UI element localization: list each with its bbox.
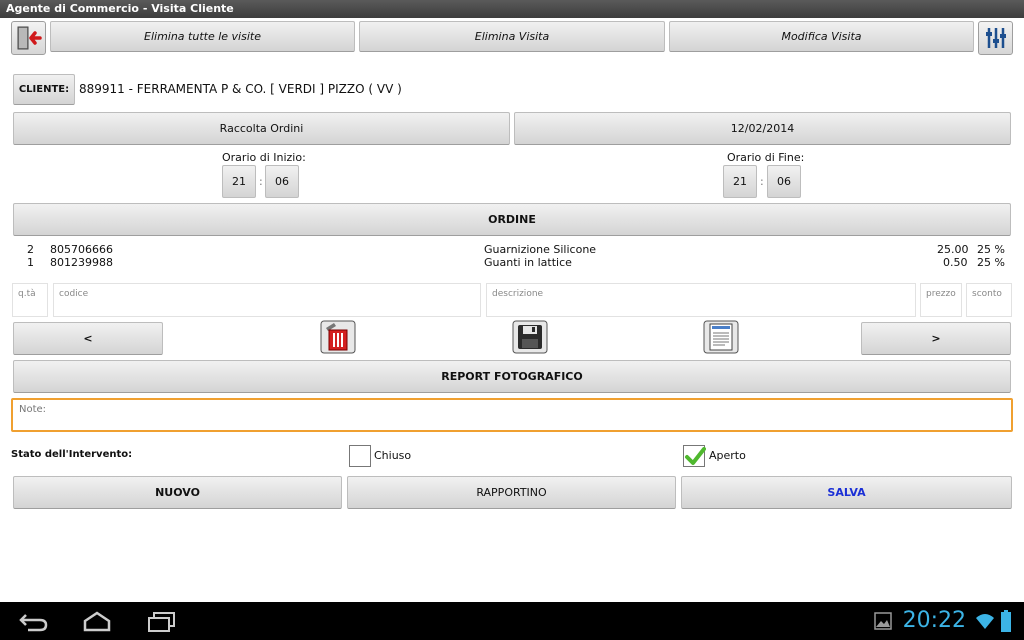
home-icon[interactable] bbox=[82, 610, 112, 632]
next-item-button[interactable]: > bbox=[861, 322, 1011, 355]
start-time-separator: : bbox=[259, 175, 263, 188]
closed-checkbox[interactable] bbox=[349, 445, 371, 467]
document-button[interactable] bbox=[703, 320, 739, 354]
order-price: 25.00 bbox=[937, 243, 969, 256]
start-time-label: Orario di Inizio: bbox=[222, 151, 306, 164]
end-minute-picker[interactable]: 06 bbox=[767, 165, 801, 198]
exit-door-icon bbox=[17, 26, 42, 50]
battery-icon bbox=[1001, 610, 1011, 632]
order-code: 805706666 bbox=[50, 243, 113, 256]
window-title: Agente di Commercio - Visita Cliente bbox=[0, 0, 1024, 18]
discount-input[interactable]: sconto bbox=[966, 283, 1012, 317]
order-code: 801239988 bbox=[50, 256, 113, 269]
edit-visit-button[interactable]: Modifica Visita bbox=[669, 21, 974, 52]
checkmark-icon bbox=[685, 447, 706, 465]
start-minute-picker[interactable]: 06 bbox=[265, 165, 299, 198]
closed-label: Chiuso bbox=[374, 449, 412, 462]
visit-date-button[interactable]: 12/02/2014 bbox=[514, 112, 1011, 145]
code-input[interactable]: codice bbox=[53, 283, 481, 317]
open-checkbox[interactable] bbox=[683, 445, 706, 467]
gallery-notification-icon bbox=[874, 612, 892, 630]
status-label: Stato dell'Intervento: bbox=[11, 449, 133, 460]
sliders-icon bbox=[985, 28, 1006, 48]
order-discount: 25 % bbox=[977, 243, 1005, 256]
notes-input[interactable]: Note: bbox=[11, 398, 1013, 432]
settings-button[interactable] bbox=[978, 21, 1013, 55]
system-navigation-bar: 20:22 bbox=[0, 602, 1024, 640]
exit-button[interactable] bbox=[11, 21, 46, 55]
document-icon bbox=[703, 320, 739, 354]
previous-item-button[interactable]: < bbox=[13, 322, 163, 355]
end-time-label: Orario di Fine: bbox=[727, 151, 805, 164]
client-value: 889911 - FERRAMENTA P & CO. [ VERDI ] PI… bbox=[79, 82, 402, 96]
system-clock: 20:22 bbox=[902, 608, 966, 633]
delete-item-button[interactable] bbox=[320, 320, 356, 354]
description-input[interactable]: descrizione bbox=[486, 283, 916, 317]
floppy-disk-icon bbox=[512, 320, 548, 354]
new-button[interactable]: NUOVO bbox=[13, 476, 342, 509]
qty-input[interactable]: q.tà bbox=[12, 283, 48, 317]
visit-type-button[interactable]: Raccolta Ordini bbox=[13, 112, 510, 145]
order-header-button[interactable]: ORDINE bbox=[13, 203, 1011, 236]
price-input[interactable]: prezzo bbox=[920, 283, 962, 317]
delete-visit-button[interactable]: Elimina Visita bbox=[359, 21, 665, 52]
photo-report-button[interactable]: REPORT FOTOGRAFICO bbox=[13, 360, 1011, 393]
start-hour-picker[interactable]: 21 bbox=[222, 165, 256, 198]
end-time-separator: : bbox=[760, 175, 764, 188]
order-description: Guarnizione Silicone bbox=[484, 243, 597, 256]
order-qty: 1 bbox=[27, 256, 34, 269]
order-discount: 25 % bbox=[977, 256, 1005, 269]
wifi-icon bbox=[976, 614, 994, 629]
save-button[interactable]: SALVA bbox=[681, 476, 1012, 509]
recent-apps-icon[interactable] bbox=[146, 611, 176, 633]
delete-all-visits-button[interactable]: Elimina tutte le visite bbox=[50, 21, 355, 52]
end-hour-picker[interactable]: 21 bbox=[723, 165, 757, 198]
order-qty: 2 bbox=[27, 243, 34, 256]
client-button[interactable]: CLIENTE: bbox=[13, 74, 75, 105]
trash-icon bbox=[320, 320, 356, 354]
rapportino-button[interactable]: RAPPORTINO bbox=[347, 476, 676, 509]
back-icon[interactable] bbox=[18, 612, 48, 632]
order-description: Guanti in lattice bbox=[484, 256, 572, 269]
open-label: Aperto bbox=[709, 449, 746, 462]
order-price: 0.50 bbox=[943, 256, 968, 269]
save-item-button[interactable] bbox=[512, 320, 548, 354]
